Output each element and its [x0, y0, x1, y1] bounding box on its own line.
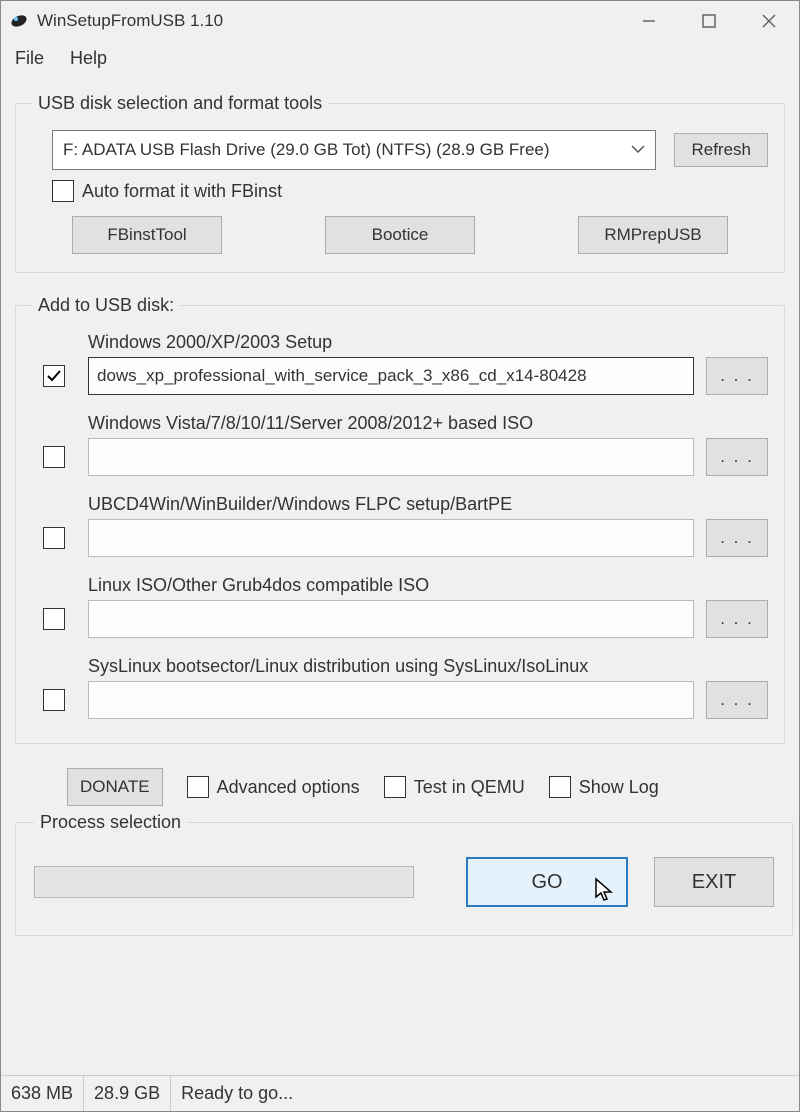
add-item: UBCD4Win/WinBuilder/Windows FLPC setup/B… — [32, 494, 768, 557]
cursor-icon — [594, 877, 616, 909]
advanced-label: Advanced options — [217, 777, 360, 798]
browse-button[interactable]: . . . — [706, 600, 768, 638]
add-usb-legend: Add to USB disk: — [32, 295, 180, 316]
window-title: WinSetupFromUSB 1.10 — [37, 11, 619, 31]
add-item-label: Linux ISO/Other Grub4dos compatible ISO — [32, 575, 768, 596]
add-item-label: SysLinux bootsector/Linux distribution u… — [32, 656, 768, 677]
status-message: Ready to go... — [171, 1076, 799, 1111]
add-item: Linux ISO/Other Grub4dos compatible ISO.… — [32, 575, 768, 638]
add-item: SysLinux bootsector/Linux distribution u… — [32, 656, 768, 719]
browse-button[interactable]: . . . — [706, 357, 768, 395]
menu-file[interactable]: File — [11, 45, 48, 72]
browse-button[interactable]: . . . — [706, 681, 768, 719]
browse-button[interactable]: . . . — [706, 519, 768, 557]
add-item-label: Windows 2000/XP/2003 Setup — [32, 332, 768, 353]
app-icon — [9, 11, 29, 31]
add-item-checkbox[interactable] — [43, 689, 65, 711]
progress-bar — [34, 866, 414, 898]
add-item-path[interactable] — [88, 519, 694, 557]
status-bar: 638 MB 28.9 GB Ready to go... — [1, 1075, 799, 1111]
add-item-label: UBCD4Win/WinBuilder/Windows FLPC setup/B… — [32, 494, 768, 515]
minimize-button[interactable] — [619, 1, 679, 41]
add-item-checkbox[interactable] — [43, 446, 65, 468]
test-qemu-label: Test in QEMU — [414, 777, 525, 798]
add-item-checkbox[interactable] — [43, 527, 65, 549]
process-legend: Process selection — [34, 812, 187, 833]
menu-bar: File Help — [1, 41, 799, 75]
status-size: 638 MB — [1, 1076, 84, 1111]
browse-button[interactable]: . . . — [706, 438, 768, 476]
chevron-down-icon — [631, 141, 645, 159]
add-item-path[interactable] — [88, 600, 694, 638]
add-item-path[interactable] — [88, 438, 694, 476]
showlog-label: Show Log — [579, 777, 659, 798]
process-group: Process selection GO EXIT — [15, 812, 793, 936]
title-bar: WinSetupFromUSB 1.10 — [1, 1, 799, 41]
autoformat-checkbox[interactable] — [52, 180, 74, 202]
maximize-button[interactable] — [679, 1, 739, 41]
add-item-checkbox[interactable] — [43, 365, 65, 387]
add-item-path[interactable]: dows_xp_professional_with_service_pack_3… — [88, 357, 694, 395]
add-item: Windows Vista/7/8/10/11/Server 2008/2012… — [32, 413, 768, 476]
advanced-checkbox[interactable] — [187, 776, 209, 798]
showlog-checkbox[interactable] — [549, 776, 571, 798]
status-free: 28.9 GB — [84, 1076, 171, 1111]
usb-disk-group: USB disk selection and format tools F: A… — [15, 93, 785, 273]
add-usb-group: Add to USB disk: Windows 2000/XP/2003 Se… — [15, 295, 785, 744]
bootice-button[interactable]: Bootice — [325, 216, 475, 254]
menu-help[interactable]: Help — [66, 45, 111, 72]
add-item-checkbox[interactable] — [43, 608, 65, 630]
autoformat-label: Auto format it with FBinst — [82, 181, 282, 202]
go-button[interactable]: GO — [466, 857, 628, 907]
exit-button[interactable]: EXIT — [654, 857, 774, 907]
disk-select-value: F: ADATA USB Flash Drive (29.0 GB Tot) (… — [63, 140, 550, 160]
add-item-label: Windows Vista/7/8/10/11/Server 2008/2012… — [32, 413, 768, 434]
add-item: Windows 2000/XP/2003 Setup dows_xp_profes… — [32, 332, 768, 395]
rmprep-button[interactable]: RMPrepUSB — [578, 216, 728, 254]
donate-button[interactable]: DONATE — [67, 768, 163, 806]
options-row: DONATE Advanced options Test in QEMU Sho… — [15, 768, 785, 812]
add-item-path[interactable] — [88, 681, 694, 719]
test-qemu-checkbox[interactable] — [384, 776, 406, 798]
refresh-button[interactable]: Refresh — [674, 133, 768, 167]
close-button[interactable] — [739, 1, 799, 41]
usb-disk-legend: USB disk selection and format tools — [32, 93, 328, 114]
fbinst-button[interactable]: FBinstTool — [72, 216, 222, 254]
disk-select[interactable]: F: ADATA USB Flash Drive (29.0 GB Tot) (… — [52, 130, 656, 170]
